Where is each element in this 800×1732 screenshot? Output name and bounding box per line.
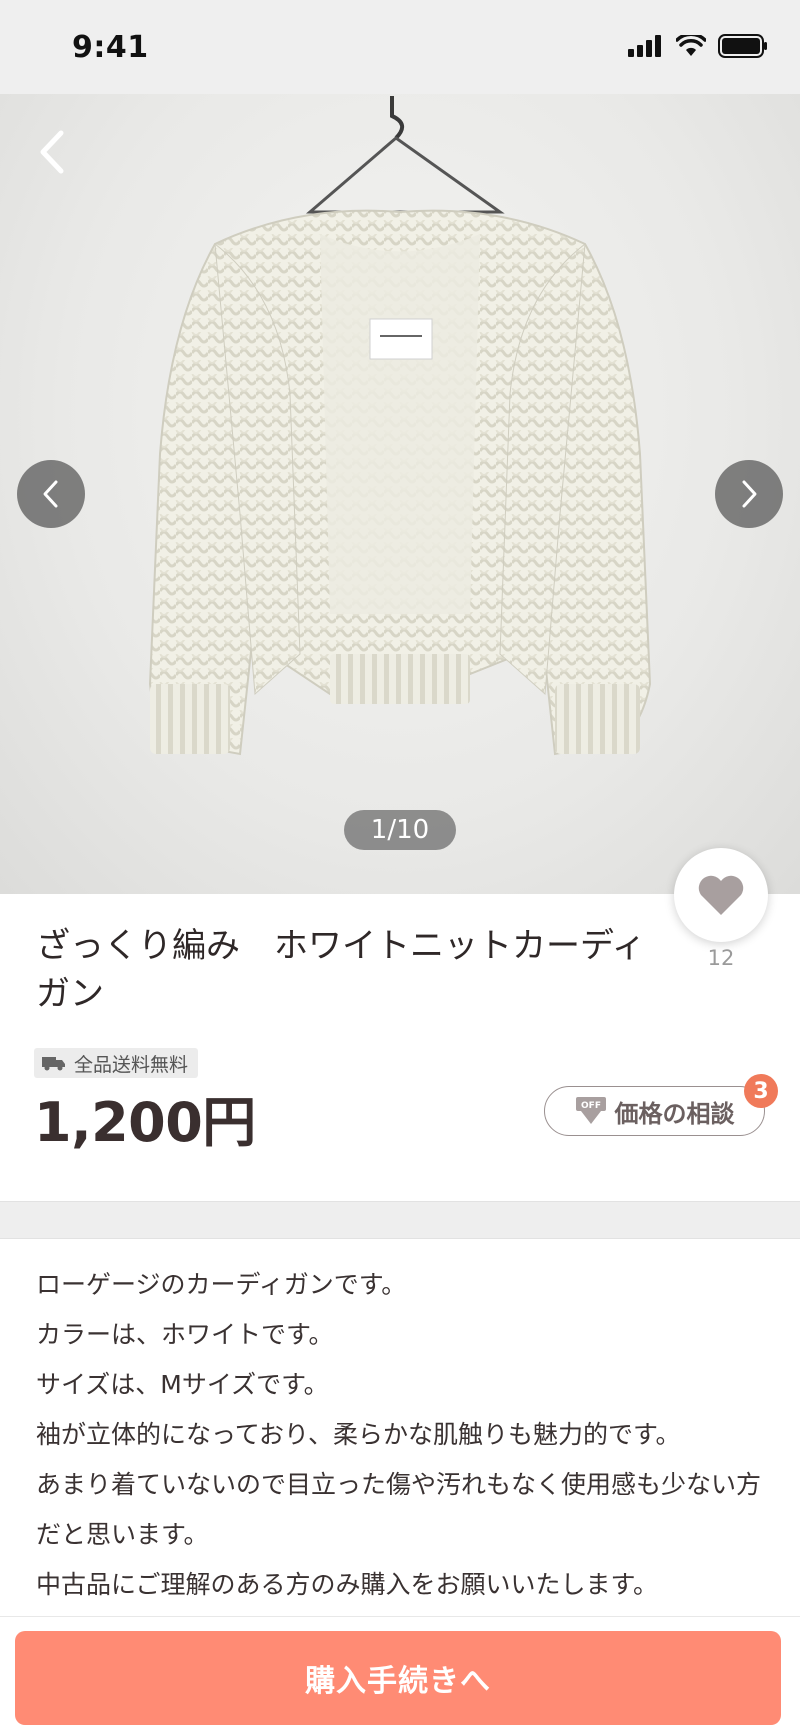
footer-bar: 購入手続きへ: [0, 1616, 800, 1732]
description-line: ローゲージのカーディガンです。: [36, 1270, 407, 1299]
back-icon: [40, 130, 64, 174]
purchase-button[interactable]: 購入手続きへ: [15, 1631, 781, 1725]
truck-icon: [42, 1057, 65, 1071]
previous-image-button[interactable]: [17, 460, 85, 528]
section-divider: [0, 1201, 800, 1239]
signal-icon: [628, 35, 661, 57]
status-time: 9:41: [72, 30, 149, 65]
product-description: ローゲージのカーディガンです。 カラーは、ホワイトです。 サイズは、Mサイズです…: [36, 1260, 776, 1610]
price-offer-button[interactable]: OFF 価格の相談: [544, 1086, 765, 1136]
heart-icon: [698, 875, 744, 915]
status-icons: [628, 34, 768, 58]
battery-icon: [718, 34, 767, 58]
product-title: ざっくり編み ホワイトニットカーディガン: [36, 926, 646, 1014]
shipping-badge-label: 全品送料無料: [74, 1053, 189, 1076]
wifi-icon: [676, 35, 706, 56]
chevron-right-icon: [742, 480, 757, 508]
status-bar: 9:41: [0, 0, 800, 94]
description-line: 中古品にご理解のある方のみ購入をお願いいたします。: [36, 1570, 659, 1599]
cardigan-illustration: [148, 96, 652, 756]
description-line: あまり着ていないので目立った傷や汚れもなく使用感も少ない方だと思います。: [36, 1470, 762, 1549]
like-button[interactable]: [674, 848, 768, 942]
price: 1,200円: [34, 1091, 256, 1154]
shipping-badge: 全品送料無料: [34, 1048, 199, 1078]
price-offer-label: 価格の相談: [614, 1099, 735, 1128]
offer-count-badge: 3: [744, 1074, 778, 1108]
product-image[interactable]: 1/10: [0, 94, 800, 894]
description-line: カラーは、ホワイトです。: [36, 1320, 334, 1349]
description-line: 袖が立体的になっており、柔らかな肌触りも魅力的です。: [36, 1420, 681, 1449]
chevron-left-icon: [43, 480, 58, 508]
next-image-button[interactable]: [715, 460, 783, 528]
off-tag-icon: OFF: [575, 1097, 606, 1124]
off-tag-text: OFF: [581, 1101, 601, 1111]
back-button[interactable]: [30, 124, 74, 180]
description-line: サイズは、Mサイズです。: [36, 1370, 329, 1399]
like-count: 12: [707, 946, 735, 970]
image-counter: 1/10: [344, 810, 456, 850]
